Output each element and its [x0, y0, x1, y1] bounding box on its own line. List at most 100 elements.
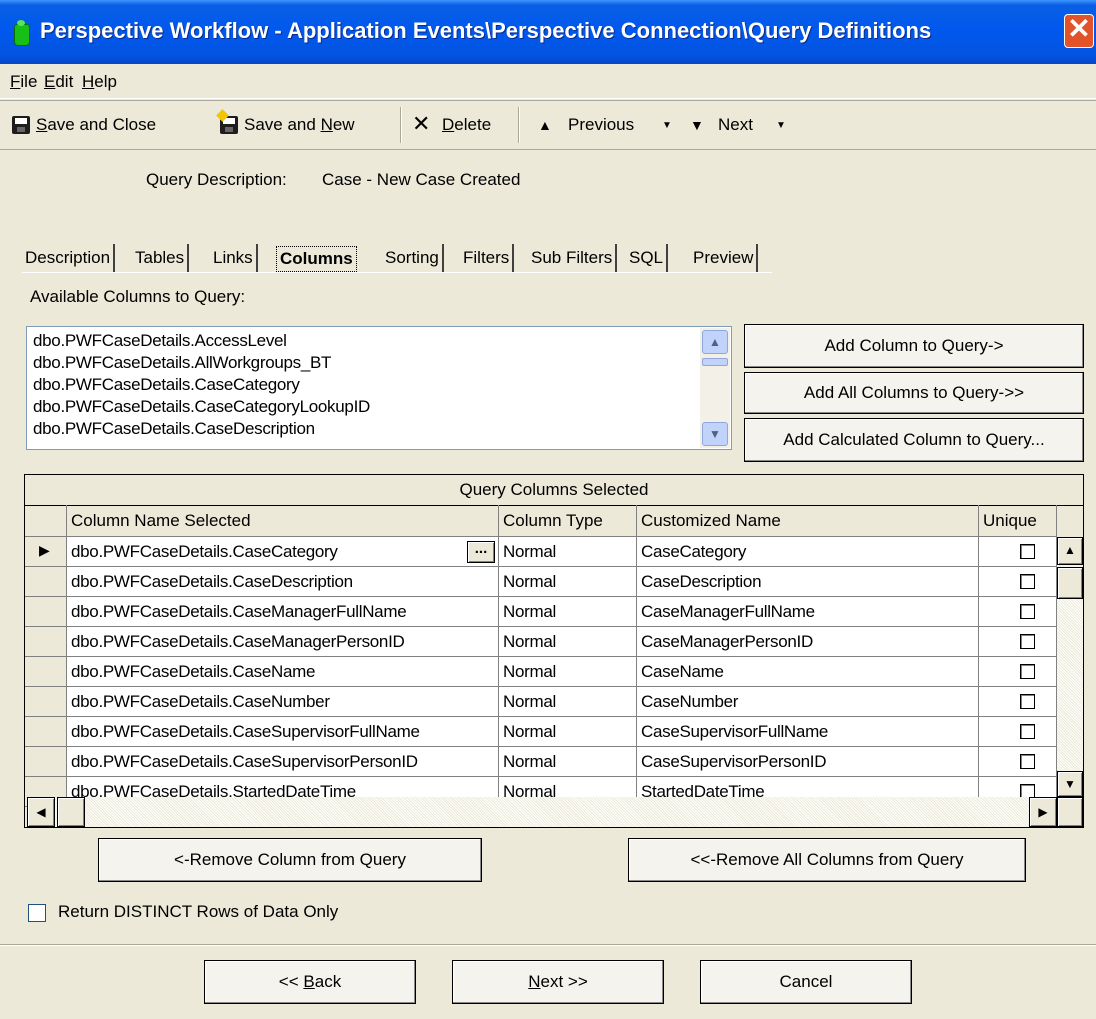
cell-column-type[interactable]: Normal	[499, 717, 637, 747]
cancel-button[interactable]: Cancel	[700, 960, 912, 1004]
next-button[interactable]: Next >>	[452, 960, 664, 1004]
cell-unique	[979, 597, 1057, 627]
unique-checkbox[interactable]	[1020, 544, 1035, 559]
tab-sql[interactable]: SQL	[626, 244, 669, 272]
cell-customized-name[interactable]: CaseCategory	[637, 537, 979, 567]
row-selector[interactable]	[25, 597, 67, 627]
list-item[interactable]: dbo.PWFCaseDetails.AccessLevel	[33, 331, 287, 351]
header-column-type[interactable]: Column Type	[499, 505, 637, 537]
cell-column-type[interactable]: Normal	[499, 537, 637, 567]
previous-button[interactable]: Previous	[568, 115, 634, 135]
cell-customized-name[interactable]: CaseManagerFullName	[637, 597, 979, 627]
cell-column-name[interactable]: dbo.PWFCaseDetails.CaseManagerPersonID	[67, 627, 499, 657]
row-selector[interactable]	[25, 717, 67, 747]
unique-checkbox[interactable]	[1020, 754, 1035, 769]
scroll-right-icon[interactable]: ▶	[1029, 797, 1057, 827]
cell-customized-name[interactable]: CaseSupervisorFullName	[637, 717, 979, 747]
row-header-corner	[25, 505, 67, 537]
save-and-close-button[interactable]: Save and Close	[36, 115, 156, 135]
menu-help[interactable]: Help	[82, 72, 117, 92]
row-selector[interactable]: ▶	[25, 537, 67, 567]
cell-column-name[interactable]: dbo.PWFCaseDetails.CaseNumber	[67, 687, 499, 717]
query-columns-grid[interactable]: Query Columns Selected Column Name Selec…	[24, 474, 1084, 828]
available-columns-list[interactable]: dbo.PWFCaseDetails.AccessLevel dbo.PWFCa…	[26, 326, 732, 450]
save-new-label-pre: Save and	[244, 115, 321, 134]
delete-button[interactable]: Delete	[442, 115, 491, 135]
tab-columns[interactable]: Columns	[276, 246, 357, 272]
grid-horizontal-scrollbar[interactable]: ◀ ▶	[27, 797, 1057, 827]
row-selector[interactable]	[25, 687, 67, 717]
back-button[interactable]: << Back	[204, 960, 416, 1004]
save-icon	[12, 116, 30, 134]
tab-filters[interactable]: Filters	[460, 244, 515, 272]
title-bar[interactable]: Perspective Workflow - Application Event…	[0, 0, 1096, 64]
list-vertical-scrollbar[interactable]: ▲ ▼	[700, 328, 730, 448]
cell-column-name[interactable]: dbo.PWFCaseDetails.CaseDescription	[67, 567, 499, 597]
scroll-up-icon[interactable]: ▲	[1057, 537, 1083, 565]
tab-sorting[interactable]: Sorting	[382, 244, 444, 272]
unique-checkbox[interactable]	[1020, 574, 1035, 589]
cell-customized-name[interactable]: CaseManagerPersonID	[637, 627, 979, 657]
row-selector[interactable]	[25, 657, 67, 687]
cell-column-name[interactable]: dbo.PWFCaseDetails.CaseName	[67, 657, 499, 687]
unique-checkbox[interactable]	[1020, 604, 1035, 619]
cell-customized-name[interactable]: CaseSupervisorPersonID	[637, 747, 979, 777]
distinct-rows-checkbox[interactable]	[28, 904, 46, 922]
scroll-left-icon[interactable]: ◀	[27, 797, 55, 827]
remove-all-columns-button[interactable]: <<-Remove All Columns from Query	[628, 838, 1026, 882]
save-close-key: S	[36, 115, 48, 134]
cell-customized-name[interactable]: CaseNumber	[637, 687, 979, 717]
tab-tables[interactable]: Tables	[132, 244, 190, 272]
close-button[interactable]: ✕	[1064, 14, 1094, 48]
tab-description[interactable]: Description	[22, 244, 116, 272]
tab-sub-filters[interactable]: Sub Filters	[528, 244, 618, 272]
add-calculated-column-button[interactable]: Add Calculated Column to Query...	[744, 418, 1084, 462]
header-customized-name[interactable]: Customized Name	[637, 505, 979, 537]
list-item[interactable]: dbo.PWFCaseDetails.CaseDescription	[33, 419, 315, 439]
header-unique[interactable]: Unique	[979, 505, 1057, 537]
unique-checkbox[interactable]	[1020, 694, 1035, 709]
add-all-columns-button[interactable]: Add All Columns to Query->>	[744, 372, 1084, 414]
cell-customized-name[interactable]: CaseName	[637, 657, 979, 687]
unique-checkbox[interactable]	[1020, 724, 1035, 739]
grid-vertical-scrollbar[interactable]: ▲ ▼	[1057, 537, 1083, 797]
cell-column-type[interactable]: Normal	[499, 627, 637, 657]
unique-checkbox[interactable]	[1020, 664, 1035, 679]
tab-preview[interactable]: Preview	[690, 244, 759, 272]
list-item[interactable]: dbo.PWFCaseDetails.CaseCategoryLookupID	[33, 397, 370, 417]
list-item[interactable]: dbo.PWFCaseDetails.AllWorkgroups_BT	[33, 353, 331, 373]
cell-column-type[interactable]: Normal	[499, 657, 637, 687]
next-dropdown-icon[interactable]: ▼	[776, 120, 786, 131]
cell-column-type[interactable]: Normal	[499, 687, 637, 717]
row-selector[interactable]	[25, 627, 67, 657]
list-scroll-thumb[interactable]	[702, 358, 728, 366]
ellipsis-button[interactable]: ...	[467, 541, 495, 563]
cell-customized-name[interactable]: CaseDescription	[637, 567, 979, 597]
next-toolbar-button[interactable]: Next	[718, 115, 753, 135]
menu-file-key: F	[10, 72, 21, 91]
cell-column-name[interactable]: dbo.PWFCaseDetails.CaseSupervisorFullNam…	[67, 717, 499, 747]
scroll-down-icon[interactable]: ▼	[1057, 771, 1083, 797]
scroll-up-icon[interactable]: ▲	[702, 330, 728, 354]
menu-file[interactable]: File	[10, 72, 37, 92]
grid-scroll-thumb[interactable]	[1057, 567, 1083, 599]
scroll-down-icon[interactable]: ▼	[702, 422, 728, 446]
row-selector[interactable]	[25, 567, 67, 597]
cell-column-type[interactable]: Normal	[499, 597, 637, 627]
row-selector[interactable]	[25, 747, 67, 777]
save-and-new-button[interactable]: Save and New	[244, 115, 355, 135]
cell-column-name[interactable]: dbo.PWFCaseDetails.CaseSupervisorPersonI…	[67, 747, 499, 777]
cell-column-name[interactable]: dbo.PWFCaseDetails.CaseCategory	[67, 537, 499, 567]
unique-checkbox[interactable]	[1020, 634, 1035, 649]
cell-column-type[interactable]: Normal	[499, 747, 637, 777]
cell-column-type[interactable]: Normal	[499, 567, 637, 597]
previous-dropdown-icon[interactable]: ▼	[662, 120, 672, 131]
tab-links[interactable]: Links	[210, 244, 258, 272]
remove-column-button[interactable]: <-Remove Column from Query	[98, 838, 482, 882]
add-column-button[interactable]: Add Column to Query->	[744, 324, 1084, 368]
cell-column-name[interactable]: dbo.PWFCaseDetails.CaseManagerFullName	[67, 597, 499, 627]
header-column-name[interactable]: Column Name Selected	[67, 505, 499, 537]
menu-edit[interactable]: Edit	[44, 72, 73, 92]
list-item[interactable]: dbo.PWFCaseDetails.CaseCategory	[33, 375, 300, 395]
grid-hscroll-thumb[interactable]	[57, 797, 85, 827]
